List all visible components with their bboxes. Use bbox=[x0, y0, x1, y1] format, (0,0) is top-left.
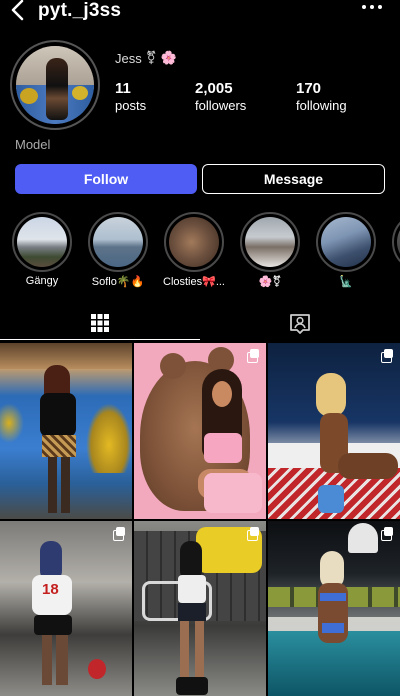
post-thumbnail[interactable] bbox=[134, 521, 266, 696]
multiple-photos-icon bbox=[247, 349, 260, 363]
profile-avatar[interactable] bbox=[10, 40, 100, 130]
tagged-person-icon bbox=[290, 314, 310, 334]
following-count: 170 bbox=[296, 80, 322, 97]
story-highlight[interactable]: Closties🎀... bbox=[163, 212, 225, 288]
post-thumbnail[interactable] bbox=[268, 521, 400, 696]
followers-stat[interactable]: 2,005 followers bbox=[195, 80, 246, 113]
top-bar: pyt._j3ss bbox=[0, 0, 400, 24]
tab-tagged[interactable] bbox=[200, 306, 400, 340]
multiple-photos-icon bbox=[247, 527, 260, 541]
posts-label: posts bbox=[115, 98, 147, 113]
multiple-photos-icon bbox=[381, 527, 394, 541]
active-tab-indicator bbox=[0, 338, 200, 340]
highlight-label: Soflo🌴🔥 bbox=[91, 276, 145, 288]
posts-grid: 18 bbox=[0, 343, 400, 696]
tab-posts-grid[interactable] bbox=[0, 306, 200, 340]
highlight-label: 🗽 bbox=[339, 276, 353, 288]
highlight-label: 🌸⚧ bbox=[258, 276, 282, 288]
post-thumbnail[interactable] bbox=[134, 343, 266, 519]
follow-button[interactable]: Follow bbox=[15, 164, 197, 194]
flower-emoji: 🌸 bbox=[160, 50, 177, 65]
profile-category: Model bbox=[15, 137, 51, 152]
gender-symbol: ⚧ bbox=[145, 50, 157, 65]
followers-count: 2,005 bbox=[195, 80, 233, 97]
grid-icon bbox=[91, 314, 109, 332]
story-highlight[interactable]: 🌸⚧ bbox=[240, 212, 300, 288]
posts-count: 11 bbox=[115, 80, 131, 97]
back-arrow-icon[interactable] bbox=[8, 0, 30, 22]
highlight-label: Closties🎀... bbox=[163, 276, 225, 288]
story-highlight[interactable] bbox=[392, 212, 400, 275]
display-name: Jess bbox=[115, 50, 142, 66]
followers-label: followers bbox=[195, 98, 247, 113]
profile-username: pyt._j3ss bbox=[38, 0, 122, 21]
story-highlight[interactable]: Soflo🌴🔥 bbox=[88, 212, 148, 288]
story-highlight[interactable]: 🗽 bbox=[316, 212, 376, 288]
story-highlight[interactable]: Gängy bbox=[12, 212, 72, 287]
multiple-photos-icon bbox=[381, 349, 394, 363]
following-label: following bbox=[296, 98, 347, 113]
post-thumbnail[interactable]: 18 bbox=[0, 521, 132, 696]
message-button[interactable]: Message bbox=[202, 164, 385, 194]
profile-tabs bbox=[0, 306, 400, 340]
following-stat[interactable]: 170 following bbox=[296, 80, 347, 113]
highlight-label: Gängy bbox=[25, 275, 59, 287]
post-thumbnail[interactable] bbox=[0, 343, 132, 519]
post-thumbnail[interactable] bbox=[268, 343, 400, 519]
posts-stat[interactable]: 11 posts bbox=[115, 80, 146, 113]
more-options-icon[interactable] bbox=[362, 5, 382, 11]
display-name-row: Jess ⚧ 🌸 bbox=[115, 50, 177, 66]
multiple-photos-icon bbox=[113, 527, 126, 541]
